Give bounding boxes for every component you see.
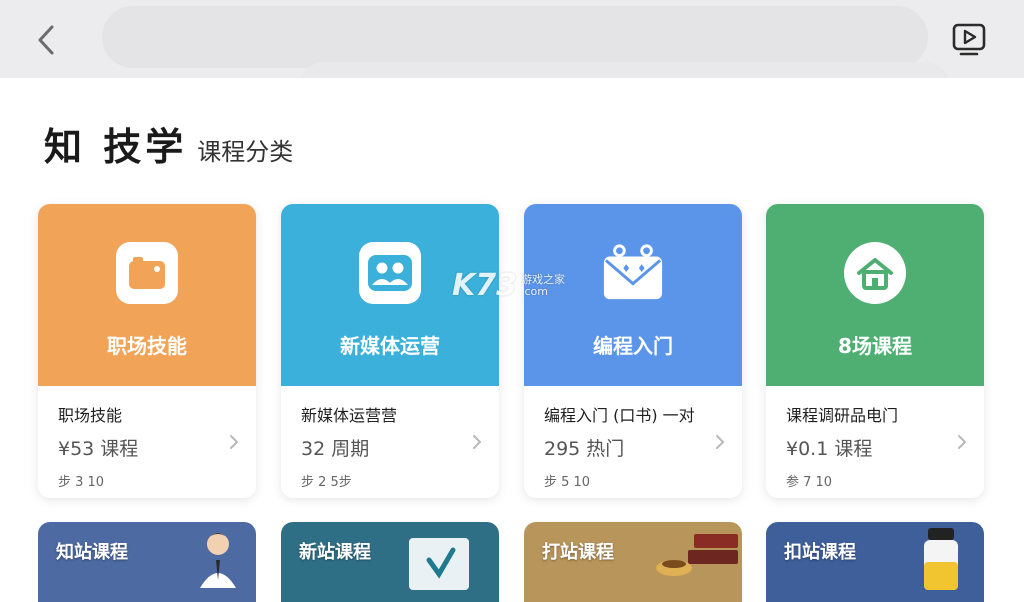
page-subtitle: 课程分类: [197, 138, 294, 166]
featured-card-label: 知站课程: [56, 542, 128, 563]
chevron-right-icon: [473, 435, 482, 449]
category-foot: 步 5 10: [544, 475, 591, 490]
category-card-new-media[interactable]: 新媒体运营 新媒体运营营 32 周期 步 2 5步: [281, 204, 499, 498]
category-info: 新媒体运营营 32 周期 步 2 5步: [281, 386, 499, 490]
chevron-right-icon: [958, 435, 967, 449]
video-button[interactable]: [950, 20, 988, 60]
category-foot: 参 7 10: [786, 475, 833, 490]
category-label: 新媒体运营: [340, 334, 440, 358]
category-meta: 295 热门: [544, 438, 625, 460]
teacher-illustration-icon: [200, 533, 236, 588]
brand-title: 知 技学: [44, 125, 188, 169]
watermark-text: 游戏之家 .com: [521, 272, 565, 298]
top-bar: [0, 0, 1024, 86]
watermark-line-2: .com: [521, 284, 548, 298]
category-name: 新媒体运营营: [301, 406, 398, 425]
category-label: 职场技能: [107, 334, 187, 358]
document-illustration-icon: [409, 538, 469, 590]
featured-card[interactable]: 新站课程: [281, 522, 499, 602]
page-title: 知 技学 课程分类: [44, 116, 293, 171]
category-card-courses[interactable]: 8场课程 课程调研品电门 ¥0.1 课程 参 7 10: [766, 204, 984, 498]
featured-card-label: 扣站课程: [784, 542, 856, 563]
chevron-right-icon: [230, 435, 239, 449]
category-card-header: 职场技能: [38, 204, 256, 386]
category-meta: 32 周期: [301, 438, 370, 460]
category-foot: 步 3 10: [58, 475, 105, 490]
category-meta: ¥0.1 课程: [786, 438, 873, 460]
bottle-illustration-icon: [924, 528, 958, 590]
category-label: 8场课程: [838, 334, 912, 358]
watermark-line-1: 游戏之家: [521, 272, 565, 286]
category-card-programming[interactable]: 编程入门 编程入门 (口书) 一对 295 热门 步 5 10: [524, 204, 742, 498]
chevron-left-icon: [38, 25, 54, 55]
category-info: 课程调研品电门 ¥0.1 课程 参 7 10: [766, 386, 984, 490]
watermark-logo: K73: [452, 268, 517, 303]
envelope-icon: [602, 242, 664, 304]
watermark: K73 游戏之家 .com: [452, 268, 565, 303]
featured-card[interactable]: 打站课程: [524, 522, 742, 602]
featured-card[interactable]: 知站课程: [38, 522, 256, 602]
category-name: 编程入门 (口书) 一对: [544, 406, 695, 425]
users-icon: [359, 242, 421, 304]
featured-card-label: 新站课程: [299, 542, 371, 563]
category-card-header: 8场课程: [766, 204, 984, 386]
featured-card[interactable]: 扣站课程: [766, 522, 984, 602]
camera-icon: [116, 242, 178, 304]
back-button[interactable]: [30, 20, 62, 60]
category-meta: ¥53 课程: [58, 438, 139, 460]
category-label: 编程入门: [593, 334, 673, 358]
video-play-icon: [952, 23, 986, 56]
featured-card-label: 打站课程: [542, 542, 614, 563]
chevron-right-icon: [716, 435, 725, 449]
home-icon: [844, 242, 906, 304]
category-card-workplace[interactable]: 职场技能 职场技能 ¥53 课程 步 3 10: [38, 204, 256, 498]
books-coffee-illustration-icon: [656, 534, 738, 576]
category-name: 职场技能: [58, 406, 123, 425]
category-info: 职场技能 ¥53 课程 步 3 10: [38, 386, 256, 490]
category-foot: 步 2 5步: [301, 475, 352, 490]
search-bar[interactable]: [102, 6, 928, 68]
category-info: 编程入门 (口书) 一对 295 热门 步 5 10: [524, 386, 742, 490]
category-name: 课程调研品电门: [786, 406, 899, 425]
